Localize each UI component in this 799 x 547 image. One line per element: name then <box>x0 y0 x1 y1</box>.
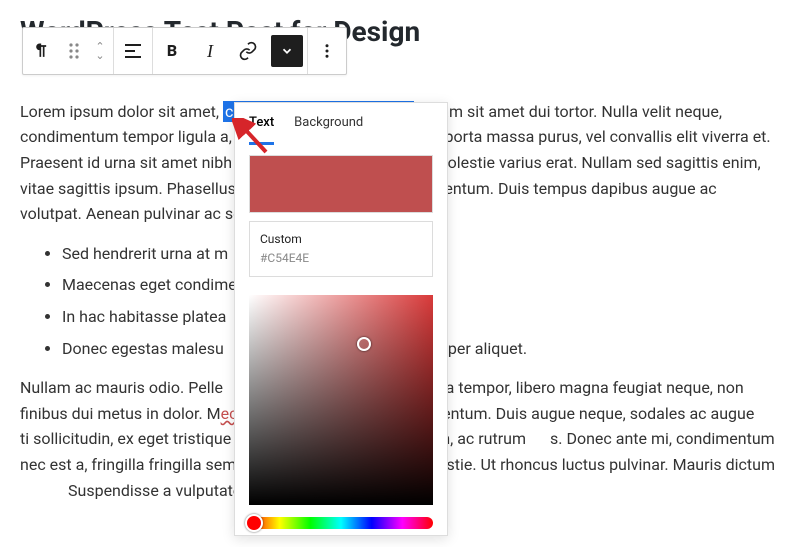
custom-hex: #C54E4E <box>260 249 422 268</box>
popover-tabs: Text Background <box>235 103 447 145</box>
color-popover: Text Background Custom #C54E4E <box>234 102 448 536</box>
p1-before: Lorem ipsum dolor sit amet, <box>20 102 223 121</box>
paragraph-icon[interactable] <box>23 28 61 74</box>
hue-handle[interactable] <box>245 514 263 532</box>
link-icon[interactable] <box>229 28 267 74</box>
more-options-icon[interactable] <box>308 28 346 74</box>
custom-label: Custom <box>260 230 422 249</box>
color-swatch[interactable] <box>249 155 433 213</box>
bold-button[interactable]: B <box>153 28 191 74</box>
sv-handle[interactable] <box>357 337 371 351</box>
tab-background[interactable]: Background <box>294 113 363 145</box>
chevron-down-icon[interactable] <box>271 35 303 67</box>
drag-handle-icon[interactable] <box>61 28 87 74</box>
tab-text[interactable]: Text <box>249 113 274 145</box>
hue-slider[interactable] <box>249 517 433 529</box>
italic-button[interactable]: I <box>191 28 229 74</box>
block-toolbar: ⌃⌄ B I <box>22 27 347 75</box>
custom-color-block[interactable]: Custom #C54E4E <box>249 221 433 277</box>
move-updown-icon[interactable]: ⌃⌄ <box>87 42 113 60</box>
align-left-icon[interactable] <box>114 28 152 74</box>
saturation-value-pane[interactable] <box>249 295 433 505</box>
